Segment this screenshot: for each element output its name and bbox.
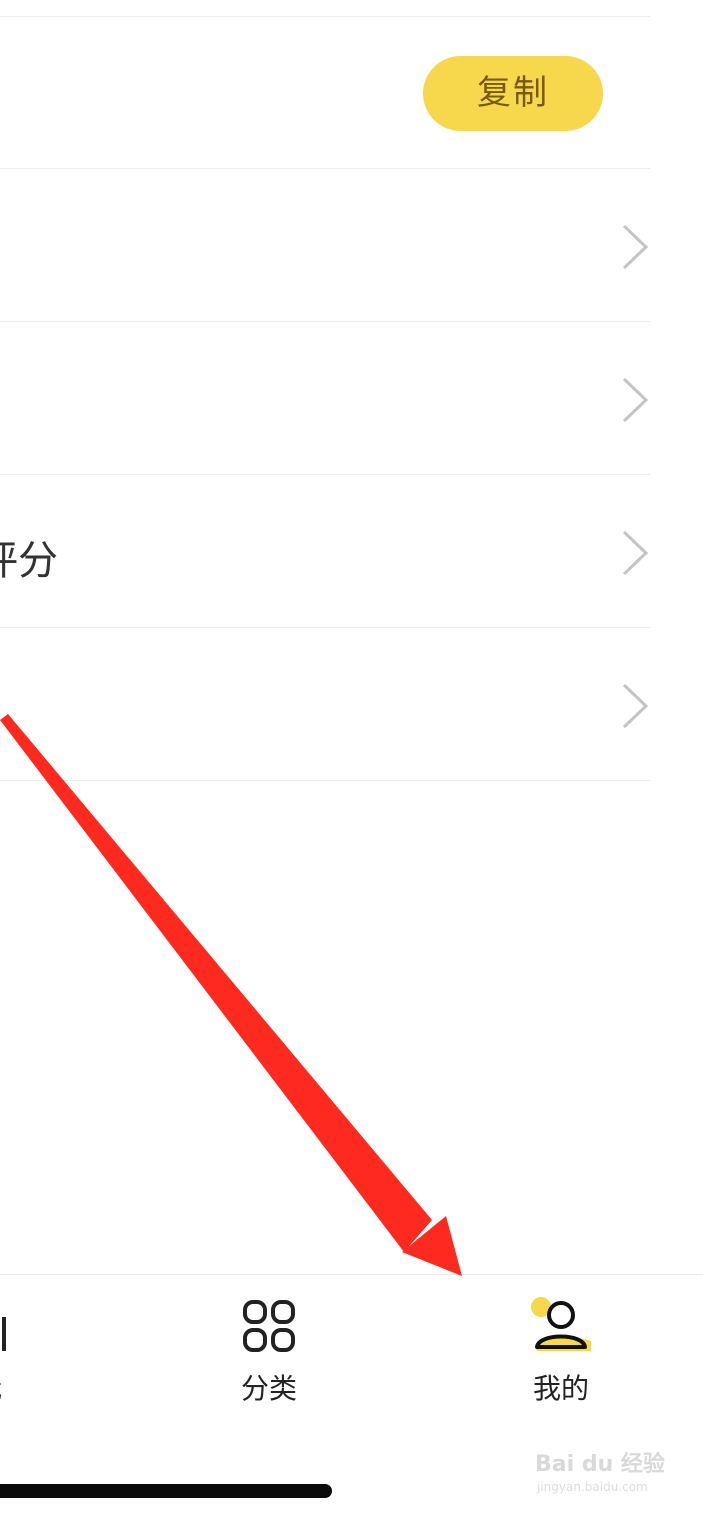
list-item-label: 评分	[0, 538, 58, 584]
chevron-right-icon	[622, 224, 648, 270]
bookshelf-icon	[2, 1317, 6, 1351]
tab-bar: 我 分类 我的	[0, 1274, 703, 1434]
tab-category[interactable]: 分类	[209, 1295, 329, 1405]
list-item[interactable]	[0, 170, 650, 322]
chevron-right-icon	[622, 683, 648, 729]
tab-bookshelf[interactable]: 我	[0, 1295, 30, 1405]
tab-label: 我	[0, 1367, 2, 1405]
list-item-copy: 复制	[0, 17, 650, 169]
chevron-right-icon	[622, 377, 648, 423]
watermark: Bai du 经验 jingyan.baidu.com	[535, 1446, 675, 1506]
list-item-rating[interactable]: 评分	[0, 476, 650, 628]
watermark-brand: Bai du 经验	[535, 1452, 665, 1477]
chevron-right-icon	[622, 530, 648, 576]
tab-mine[interactable]: 我的	[501, 1295, 621, 1405]
tab-label: 我的	[532, 1372, 589, 1405]
watermark-url: jingyan.baidu.com	[537, 1480, 648, 1494]
category-grid-icon	[243, 1300, 295, 1352]
profile-icon	[531, 1297, 591, 1351]
tab-label: 分类	[240, 1372, 297, 1405]
home-indicator[interactable]	[0, 1484, 332, 1498]
copy-button[interactable]: 复制	[423, 56, 603, 131]
list-item[interactable]	[0, 629, 650, 781]
list-item[interactable]	[0, 323, 650, 475]
annotation-arrow	[0, 714, 462, 1276]
